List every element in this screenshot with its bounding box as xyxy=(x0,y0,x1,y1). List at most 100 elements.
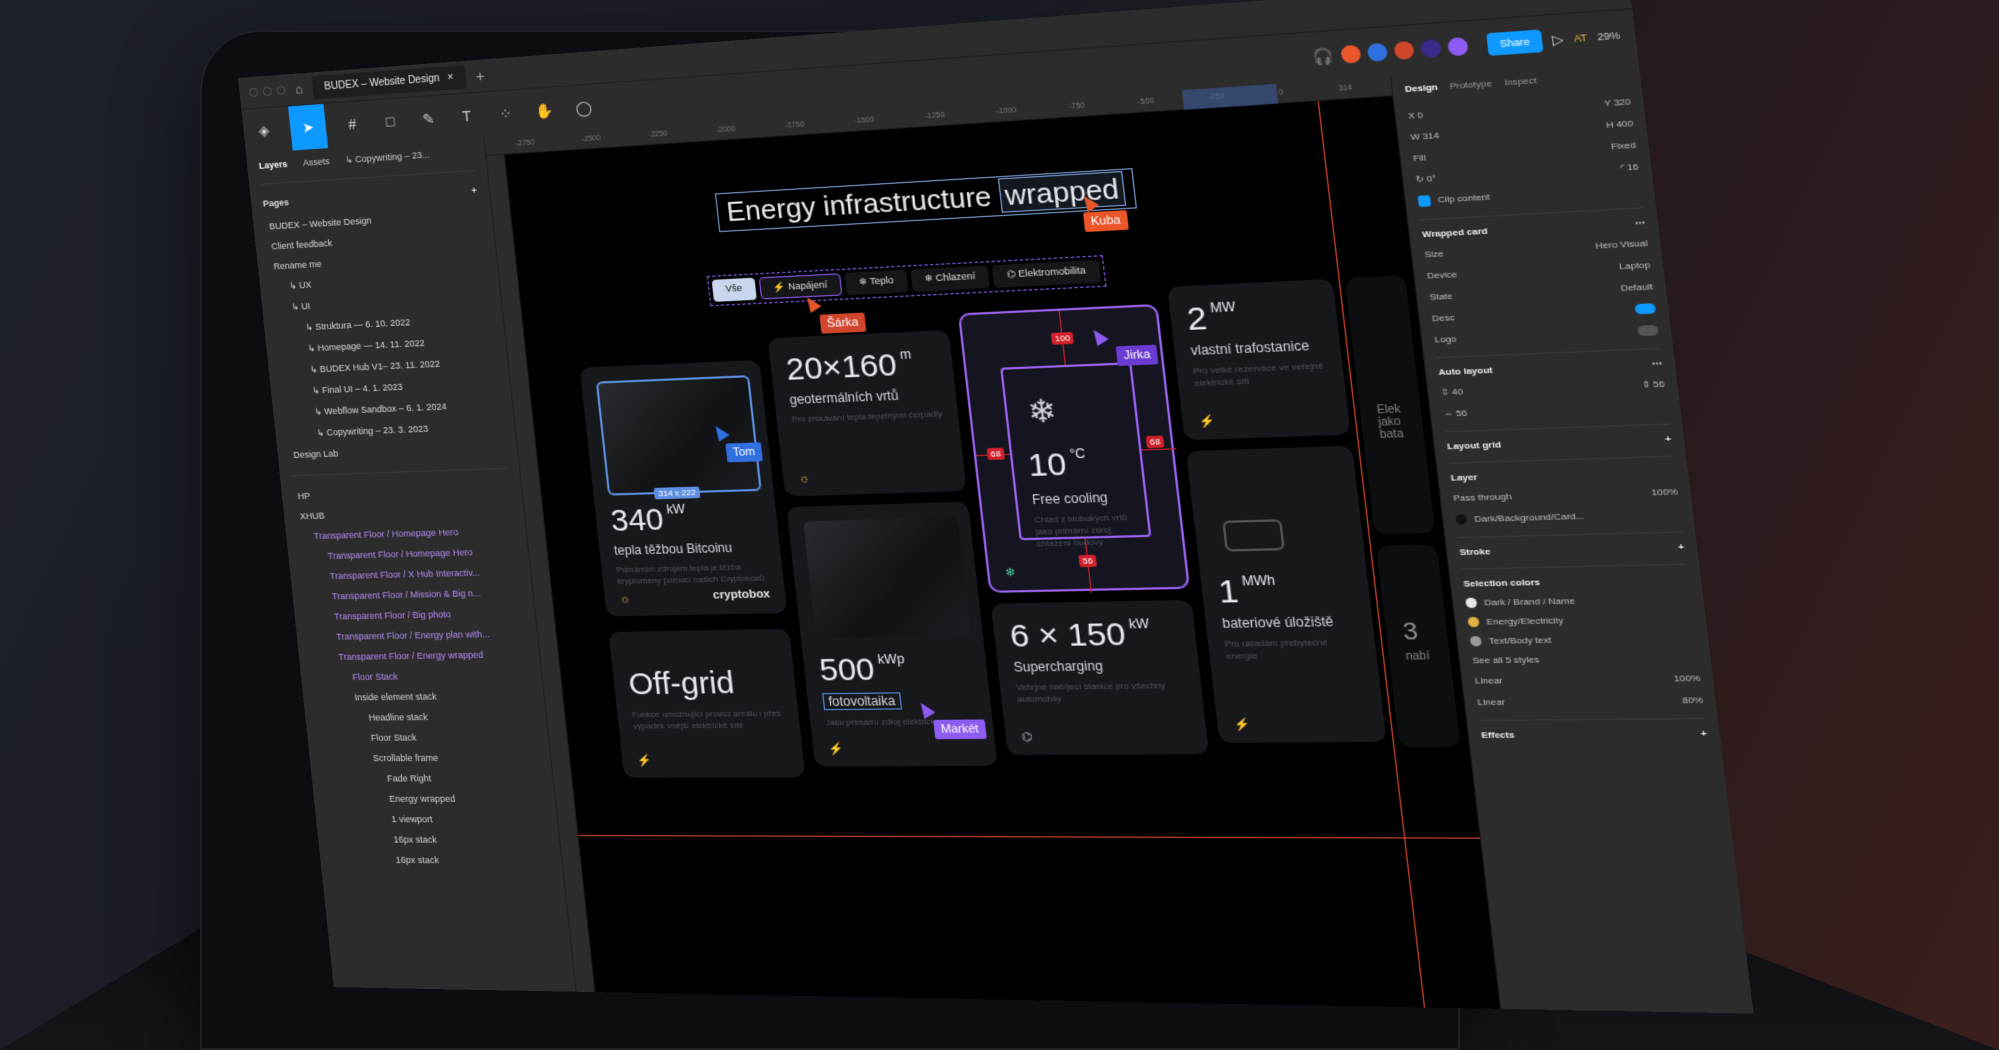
dimension-tag: 314 x 222 xyxy=(653,486,701,500)
checkbox-icon[interactable] xyxy=(1417,195,1432,208)
card-supercharging[interactable]: 6 × 150kW Supercharging Veřejné nabíjecí… xyxy=(990,599,1210,756)
hand-tool-icon[interactable]: ✋ xyxy=(532,101,557,120)
card-label: Free cooling xyxy=(1031,489,1109,508)
headline-highlight[interactable]: wrapped xyxy=(997,170,1127,213)
add-icon[interactable]: + xyxy=(1678,542,1685,552)
avatar[interactable] xyxy=(1444,34,1472,59)
card-offgrid[interactable]: Off-grid Funkce umožňující provoz areálu… xyxy=(608,628,806,778)
add-icon[interactable]: + xyxy=(1700,729,1707,739)
layer-item[interactable]: 1 viewport xyxy=(327,809,546,830)
h-field[interactable]: H 400 xyxy=(1606,118,1634,130)
window-controls[interactable] xyxy=(248,85,286,98)
layer-item[interactable]: Headline stack xyxy=(316,706,534,728)
close-icon[interactable]: × xyxy=(447,72,454,84)
color-swatch xyxy=(1469,636,1483,647)
layer-item[interactable]: Fade Right xyxy=(323,768,542,789)
zoom-level[interactable]: 29% xyxy=(1597,30,1621,43)
card-battery[interactable]: 1MWh bateriové úložiště Pro ukládání pře… xyxy=(1185,445,1387,743)
gradient-opacity[interactable]: 80% xyxy=(1682,695,1704,706)
layer-item[interactable]: Floor Stack xyxy=(318,726,536,748)
y-field[interactable]: Y 320 xyxy=(1604,97,1632,109)
gradient-opacity[interactable]: 100% xyxy=(1673,674,1700,685)
user-initials[interactable]: AT xyxy=(1573,32,1588,44)
tab-prototype[interactable]: Prototype xyxy=(1449,78,1492,91)
minimize-dot[interactable] xyxy=(262,86,273,97)
headline-text[interactable]: Energy infrastructure wrapped xyxy=(714,168,1138,233)
maximize-dot[interactable] xyxy=(276,85,286,96)
layer-item[interactable]: Floor Stack xyxy=(312,664,530,687)
resources-icon[interactable]: ⁘ xyxy=(493,104,517,123)
layer-item[interactable]: Energy wrapped xyxy=(325,788,544,809)
pen-tool-icon[interactable]: ✎ xyxy=(416,109,440,128)
tab-design[interactable]: Design xyxy=(1404,82,1438,94)
card-image[interactable] xyxy=(595,375,762,496)
layer-item[interactable]: 16px stack xyxy=(329,829,548,850)
blend-dropdown[interactable]: Pass through xyxy=(1453,491,1512,503)
filter-chip[interactable]: ⚡ Napájení xyxy=(758,273,843,300)
w-field[interactable]: W 314 xyxy=(1410,130,1439,142)
move-tool-icon[interactable]: ➤ xyxy=(288,103,329,151)
avatar[interactable] xyxy=(1417,36,1445,61)
padding-h-field[interactable]: ⇔ 56 xyxy=(1443,408,1468,419)
current-page-dropdown[interactable]: ↳ Copywriting – 23... xyxy=(345,149,431,166)
card-label[interactable]: fotovoltaika xyxy=(822,692,902,711)
add-page-icon[interactable]: + xyxy=(471,185,477,196)
avatar[interactable] xyxy=(1363,40,1391,65)
share-button[interactable]: Share xyxy=(1485,29,1544,56)
gradient-row[interactable]: Linear 100% xyxy=(1474,668,1702,692)
filter-chip[interactable]: ⌬ Elektromobilita xyxy=(992,259,1101,288)
more-icon[interactable]: ⋯ xyxy=(1651,358,1662,369)
tab-inspect[interactable]: Inspect xyxy=(1504,75,1537,87)
frame-tool-icon[interactable]: # xyxy=(341,115,365,133)
card-label: nabí xyxy=(1405,650,1431,664)
property-dropdown[interactable]: Hero Visual xyxy=(1595,238,1648,251)
layer-item[interactable]: Inside element stack xyxy=(314,685,532,708)
cryptobox-logo: cryptobox xyxy=(712,587,771,602)
logo-toggle[interactable] xyxy=(1637,324,1659,337)
x-field[interactable]: X 0 xyxy=(1408,110,1424,121)
main-menu-icon[interactable]: ◈ xyxy=(252,121,275,139)
component-name[interactable]: Wrapped card xyxy=(1422,226,1489,240)
card-geothermal[interactable]: 20×160m geotermálních vrtů Pro získávání… xyxy=(767,330,967,497)
filter-chip[interactable]: ❄ Chlazení xyxy=(910,265,991,292)
rotation-field[interactable]: ↻ 0° xyxy=(1415,173,1436,184)
measure-badge: 68 xyxy=(986,447,1005,461)
gap-field[interactable]: ⇳ 40 xyxy=(1440,387,1463,398)
filter-chip[interactable]: Vše xyxy=(711,277,757,302)
more-icon[interactable]: ⋯ xyxy=(1634,217,1645,228)
card-transformer[interactable]: 2MW vlastní trafostanice Pro velké rezer… xyxy=(1167,278,1351,441)
home-icon[interactable]: ⌂ xyxy=(294,81,303,97)
property-dropdown[interactable]: Laptop xyxy=(1619,260,1651,272)
tab-layers[interactable]: Layers xyxy=(258,159,287,172)
fill-dropdown[interactable]: Fill xyxy=(1413,153,1427,164)
layer-item[interactable]: 16px stack xyxy=(331,849,550,871)
cursor-label-sarka: Šárka xyxy=(819,312,867,334)
present-icon[interactable]: ▷ xyxy=(1551,31,1564,48)
card-label: tepla těžbou Bitcoinu xyxy=(613,540,733,558)
add-icon[interactable]: + xyxy=(1665,434,1672,445)
card-value: 20×160m xyxy=(784,346,912,388)
color-style-name: Dark / Brand / Name xyxy=(1483,596,1576,609)
property-dropdown[interactable]: Default xyxy=(1620,281,1653,293)
tab-assets[interactable]: Assets xyxy=(302,156,330,169)
avatar[interactable] xyxy=(1337,42,1365,67)
text-tool-icon[interactable]: T xyxy=(455,107,479,125)
close-dot[interactable] xyxy=(248,87,259,98)
radius-field[interactable]: ◜ 16 xyxy=(1620,162,1639,173)
comment-icon[interactable]: ◯ xyxy=(571,98,596,117)
desc-toggle[interactable] xyxy=(1634,303,1657,315)
new-tab-icon[interactable]: + xyxy=(475,67,485,84)
filter-chip[interactable]: ❄ Teplo xyxy=(844,269,909,296)
layer-item[interactable]: Scrollable frame xyxy=(320,747,539,769)
fixed-dropdown[interactable]: Fixed xyxy=(1610,140,1636,152)
headphones-icon[interactable]: 🎧 xyxy=(1309,46,1338,67)
ruler-tick: -2000 xyxy=(715,125,736,135)
avatar[interactable] xyxy=(1390,38,1418,63)
padding-v-field[interactable]: ⇕ 56 xyxy=(1641,379,1665,390)
shape-tool-icon[interactable]: □ xyxy=(378,113,402,131)
design-canvas[interactable]: Energy infrastructure wrapped Kuba Vše ⚡ … xyxy=(504,96,1501,1009)
gradient-row[interactable]: Linear 80% xyxy=(1476,690,1704,714)
opacity-field[interactable]: 100% xyxy=(1651,487,1678,498)
component-props: Size Hero Visual Device Laptop State Default xyxy=(1423,232,1654,307)
ruler-tick: -1250 xyxy=(924,111,946,121)
